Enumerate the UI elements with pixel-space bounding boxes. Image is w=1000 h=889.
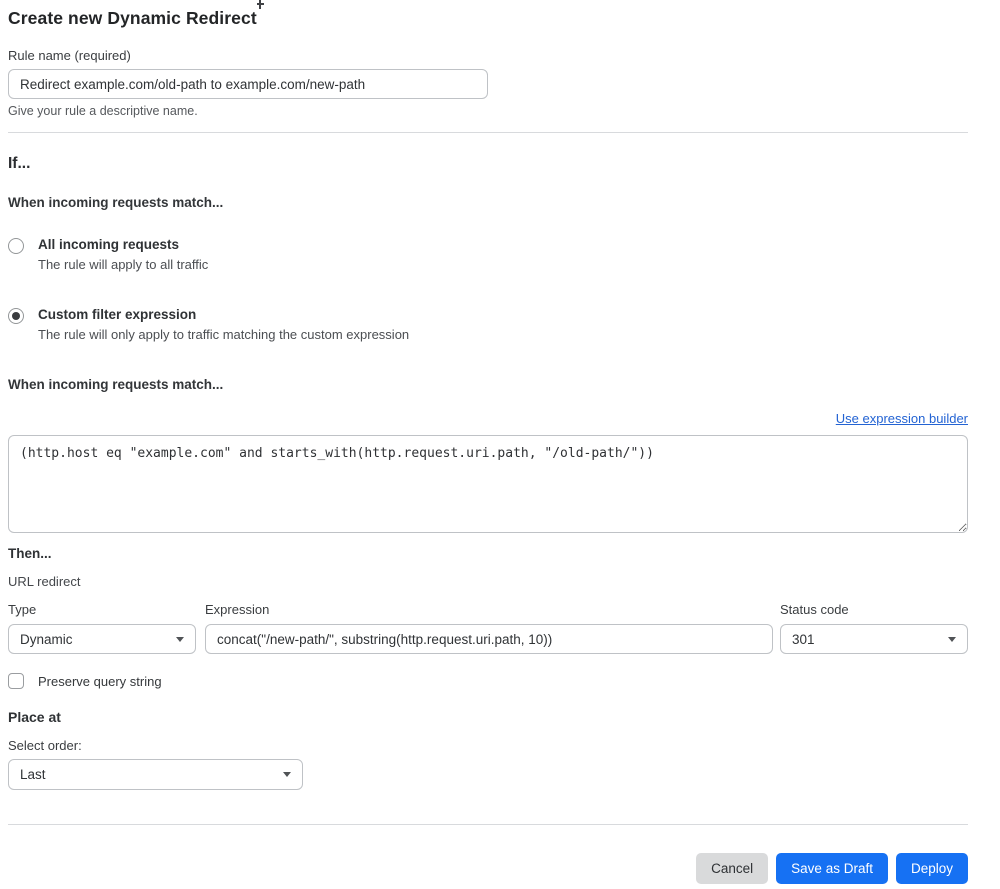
expression-label: Expression: [205, 602, 270, 617]
use-expression-builder-link[interactable]: Use expression builder: [836, 411, 968, 426]
chevron-down-icon: [283, 772, 291, 777]
redirect-expression-input[interactable]: [205, 624, 773, 654]
radio-custom-filter-label: Custom filter expression: [38, 307, 197, 322]
rule-name-label: Rule name (required): [8, 48, 131, 63]
radio-custom-filter-description: The rule will only apply to traffic matc…: [38, 327, 410, 342]
url-redirect-label: URL redirect: [8, 574, 81, 589]
order-select-value: Last: [20, 767, 46, 782]
radio-all-requests-label: All incoming requests: [38, 237, 180, 252]
footer-divider: [8, 824, 968, 825]
preserve-query-label: Preserve query string: [38, 673, 162, 689]
preserve-query-checkbox[interactable]: [8, 673, 24, 689]
then-heading: Then...: [8, 546, 52, 561]
rule-name-help: Give your rule a descriptive name.: [8, 104, 198, 118]
cancel-button[interactable]: Cancel: [696, 853, 769, 884]
footer-actions: Cancel Save as Draft Deploy: [8, 853, 968, 884]
save-as-draft-button[interactable]: Save as Draft: [776, 853, 888, 884]
clipped-glyph-artifact: [257, 0, 264, 9]
preserve-query-row[interactable]: Preserve query string: [8, 673, 968, 689]
status-code-select[interactable]: 301: [780, 624, 968, 654]
radio-all-requests-description: The rule will apply to all traffic: [38, 257, 209, 272]
deploy-button[interactable]: Deploy: [895, 853, 968, 884]
radio-option-custom-filter[interactable]: Custom filter expression The rule will o…: [8, 307, 968, 342]
radio-option-all-requests[interactable]: All incoming requests The rule will appl…: [8, 237, 968, 272]
status-code-label: Status code: [780, 602, 849, 617]
page-title: Create new Dynamic Redirect: [8, 8, 257, 28]
incoming-requests-subheading: When incoming requests match...: [8, 195, 224, 210]
chevron-down-icon: [948, 636, 956, 642]
chevron-down-icon: [176, 636, 184, 642]
radio-custom-filter[interactable]: [8, 308, 24, 324]
expression-section-heading: When incoming requests match...: [8, 377, 224, 392]
type-select-value: Dynamic: [20, 631, 73, 647]
if-heading: If...: [8, 155, 31, 172]
place-at-heading: Place at: [8, 709, 61, 725]
rule-name-input[interactable]: [8, 69, 488, 99]
filter-expression-textarea[interactable]: (http.host eq "example.com" and starts_w…: [8, 435, 968, 533]
create-redirect-form: Create new Dynamic Redirect Rule name (r…: [8, 0, 968, 884]
status-code-select-value: 301: [792, 631, 815, 647]
section-divider: [8, 132, 968, 133]
type-label: Type: [8, 602, 37, 617]
radio-all-requests[interactable]: [8, 238, 24, 254]
select-order-label: Select order:: [8, 738, 82, 753]
type-select[interactable]: Dynamic: [8, 624, 196, 654]
order-select[interactable]: Last: [8, 759, 303, 790]
